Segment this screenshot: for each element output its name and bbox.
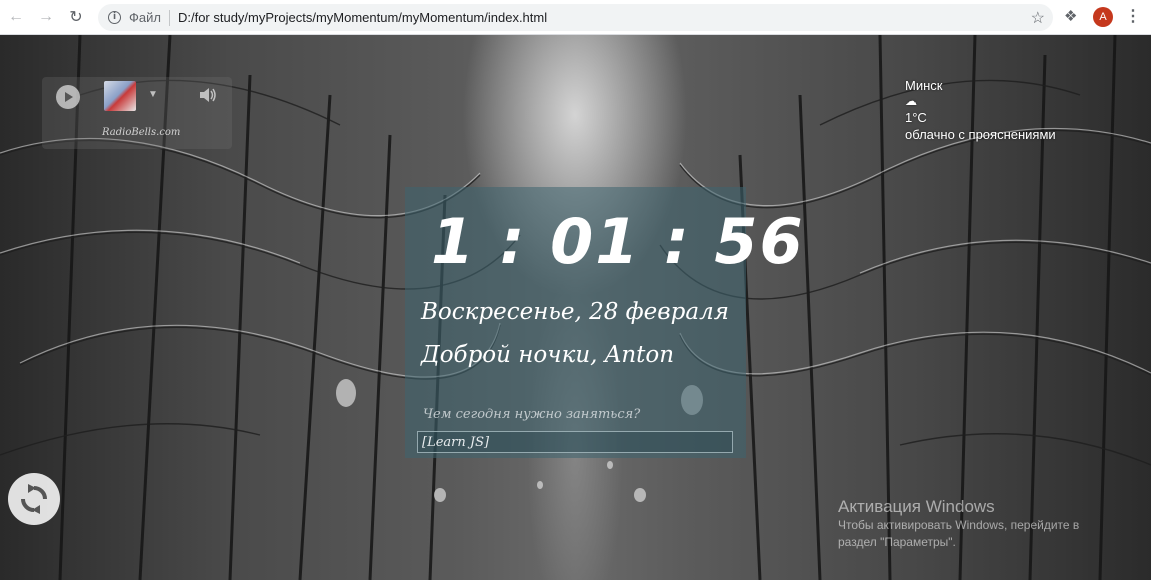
cloud-icon: ☁ bbox=[905, 94, 917, 108]
extensions-icon[interactable]: ❖ bbox=[1064, 7, 1077, 25]
clock-date: Воскресенье, 28 февраля bbox=[421, 299, 729, 325]
momentum-page: ▼ RadioBells.com Минск ☁ 1°C облачно с п… bbox=[0, 35, 1151, 580]
audio-player: ▼ RadioBells.com bbox=[42, 77, 232, 149]
greeting[interactable]: Доброй ночки, Anton bbox=[421, 342, 674, 368]
station-caption: RadioBells.com bbox=[102, 127, 181, 138]
address-bar[interactable]: i Файл D:/for study/myProjects/myMomentu… bbox=[98, 4, 1053, 31]
focus-label: Чем сегодня нужно заняться? bbox=[423, 407, 641, 422]
browser-toolbar: ← → ↻ i Файл D:/for study/myProjects/myM… bbox=[0, 0, 1151, 35]
url-text: D:/for study/myProjects/myMomentum/myMom… bbox=[177, 10, 548, 25]
weather-widget: Минск ☁ 1°C облачно с прояснениями bbox=[905, 77, 1056, 143]
station-logo[interactable] bbox=[104, 81, 136, 111]
weather-temperature: 1°C bbox=[905, 110, 927, 125]
weather-city[interactable]: Минск bbox=[905, 77, 1056, 94]
windows-activation-watermark: Активация Windows Чтобы активировать Win… bbox=[838, 497, 1079, 551]
scheme-label: Файл bbox=[129, 10, 161, 25]
refresh-icon bbox=[21, 484, 47, 514]
refresh-button[interactable] bbox=[8, 473, 60, 525]
info-icon[interactable]: i bbox=[108, 11, 121, 24]
star-icon[interactable]: ☆ bbox=[1031, 8, 1045, 28]
forward-icon[interactable]: → bbox=[32, 3, 60, 31]
back-icon[interactable]: ← bbox=[2, 3, 30, 31]
watermark-line: раздел "Параметры". bbox=[838, 535, 956, 549]
volume-icon[interactable] bbox=[198, 86, 218, 104]
weather-description: облачно с прояснениями bbox=[905, 127, 1056, 142]
clock-time: 1 : 01 : 56 bbox=[431, 205, 805, 278]
focus-input[interactable] bbox=[417, 431, 733, 453]
reload-icon[interactable]: ↻ bbox=[62, 3, 90, 31]
play-icon[interactable] bbox=[56, 85, 80, 109]
clock-panel: 1 : 01 : 56 Воскресенье, 28 февраля Добр… bbox=[405, 187, 803, 458]
menu-icon[interactable]: ⋮ bbox=[1125, 6, 1141, 26]
watermark-title: Активация Windows bbox=[838, 497, 995, 516]
chevron-down-icon[interactable]: ▼ bbox=[148, 89, 158, 100]
watermark-line: Чтобы активировать Windows, перейдите в bbox=[838, 518, 1080, 532]
separator bbox=[168, 9, 170, 26]
avatar[interactable]: A bbox=[1093, 7, 1113, 27]
